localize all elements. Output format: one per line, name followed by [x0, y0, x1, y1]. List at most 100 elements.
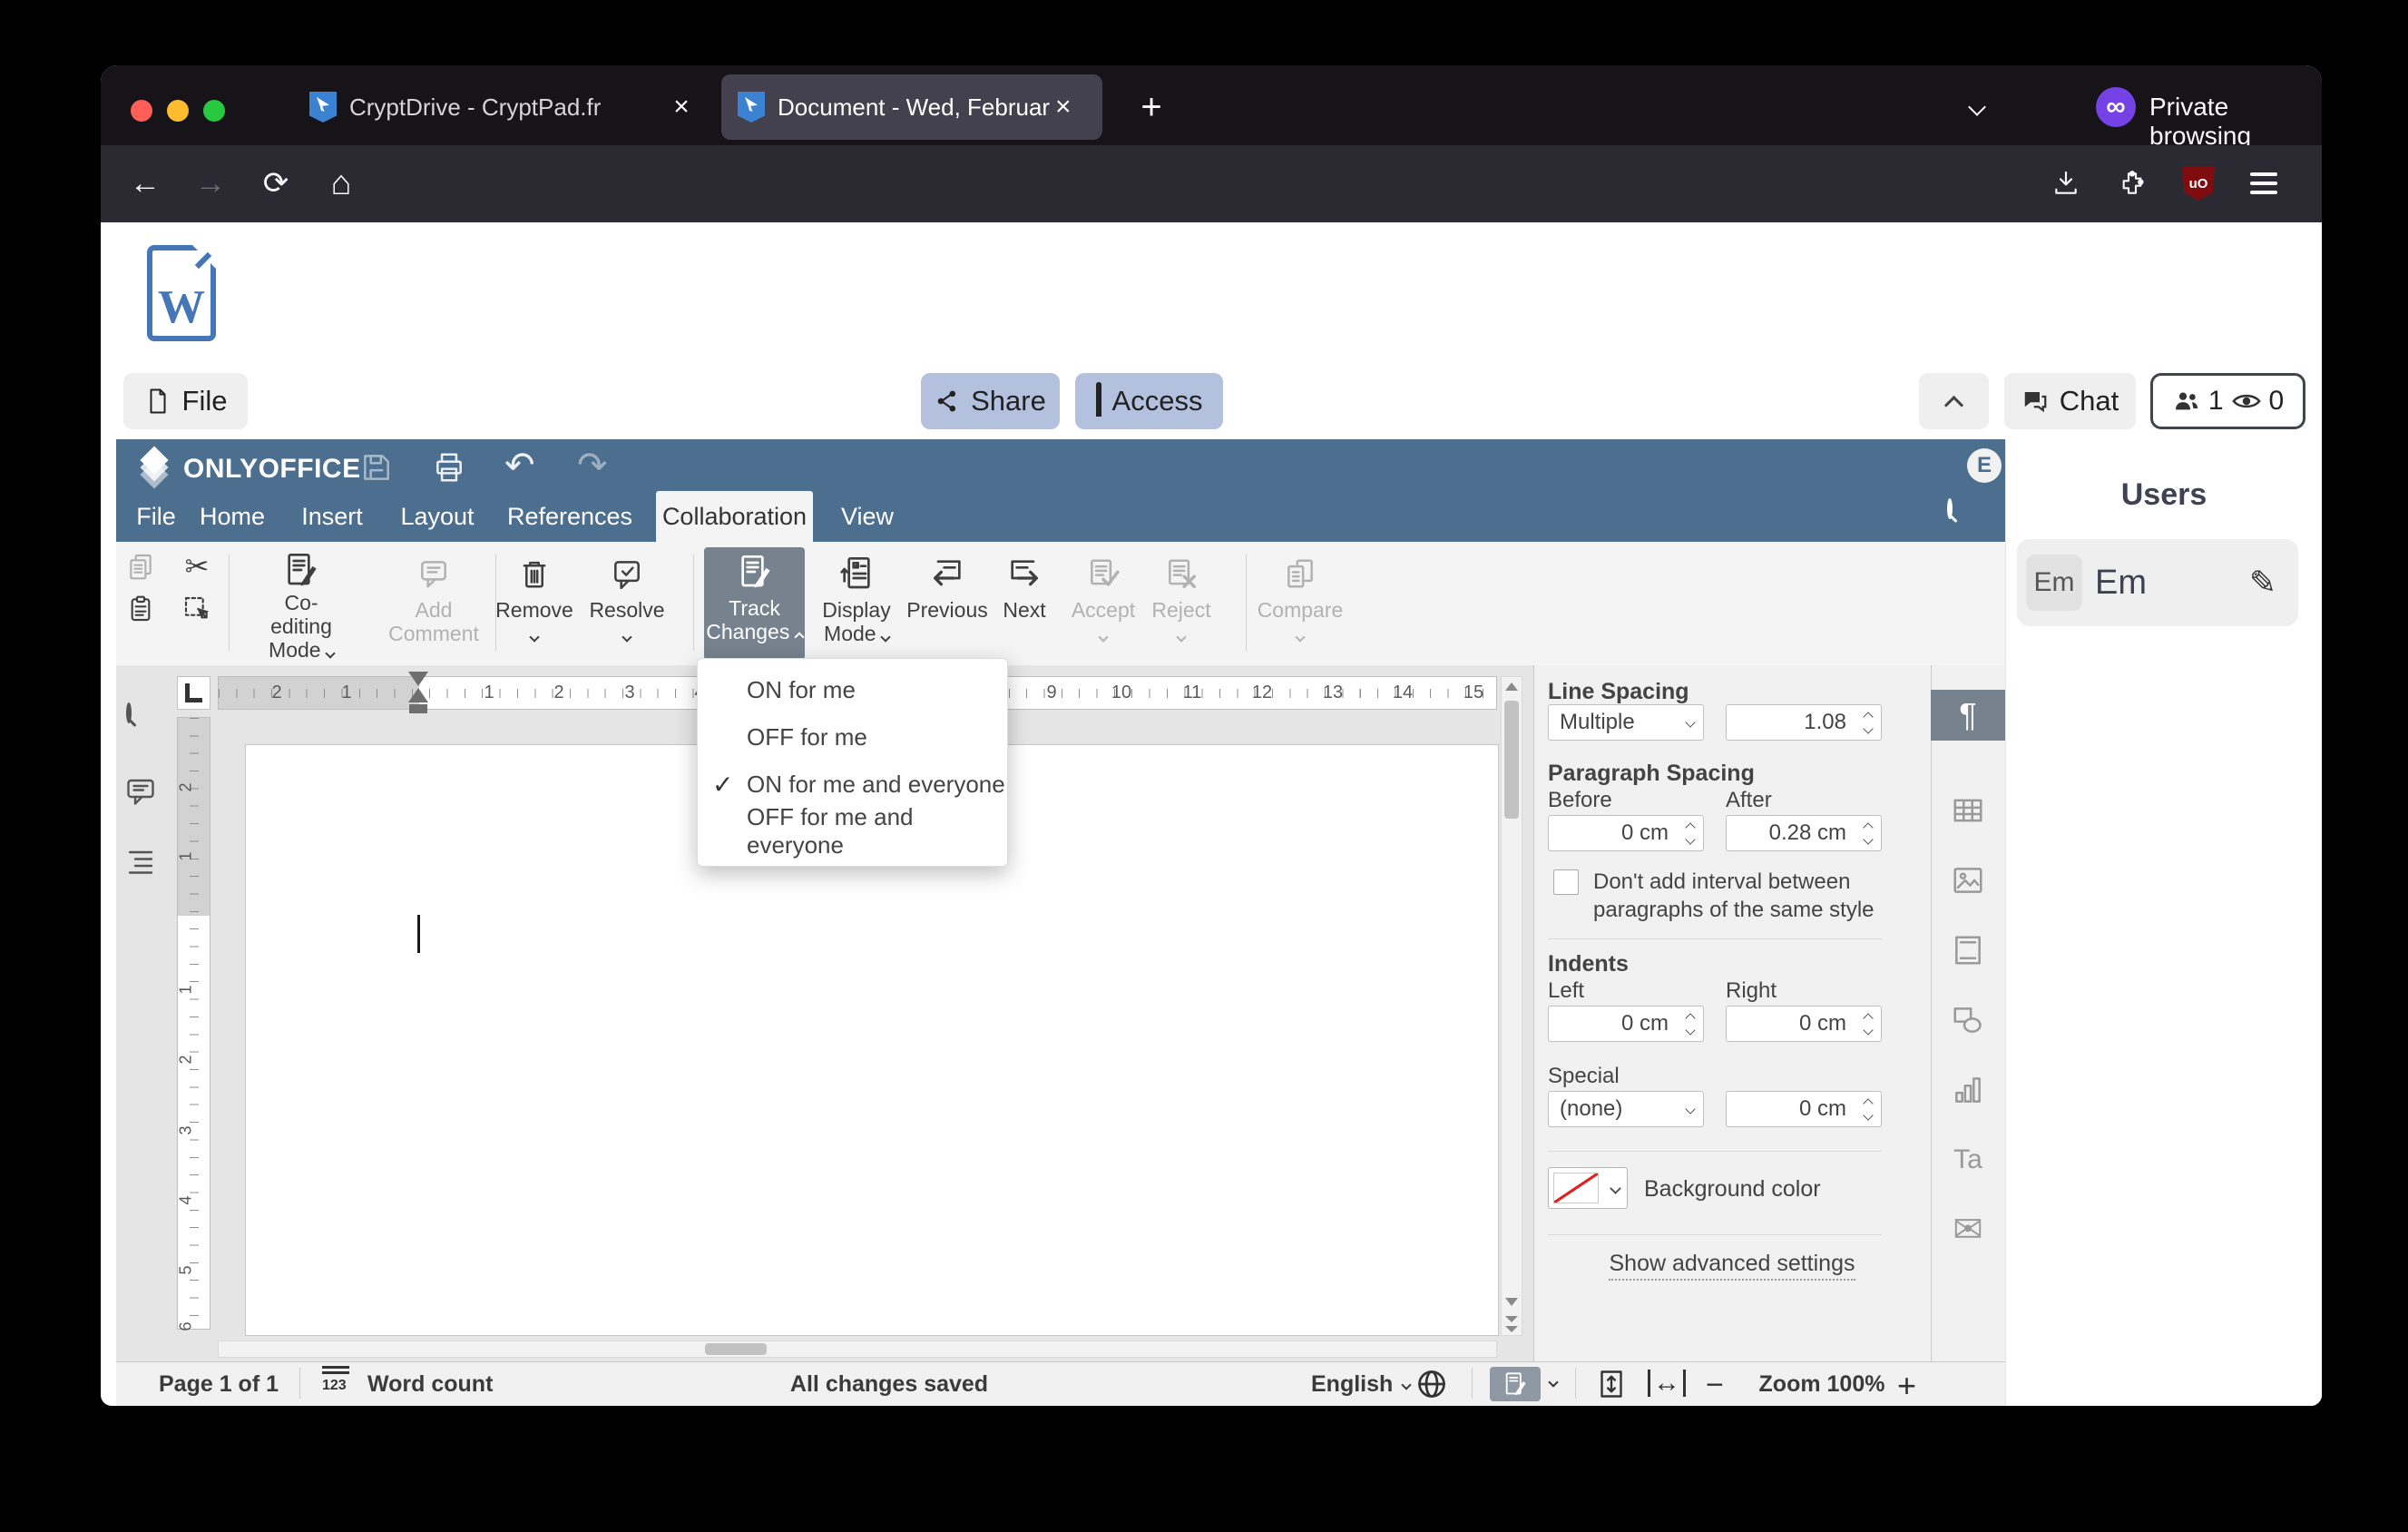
remove-button[interactable]: Remove [489, 549, 580, 662]
select-all-icon[interactable] [180, 592, 214, 626]
indent-marker[interactable] [408, 672, 428, 713]
tab-selector-box[interactable] [177, 676, 210, 710]
close-window-button[interactable] [131, 100, 152, 122]
forward-icon[interactable]: → [185, 158, 236, 209]
new-tab-button[interactable]: + [1126, 82, 1177, 133]
navigation-headings-icon[interactable] [124, 844, 157, 881]
save-icon[interactable] [359, 450, 394, 489]
print-icon[interactable] [432, 450, 466, 489]
spacing-after-spinner[interactable]: 0.28 cm [1726, 815, 1882, 851]
word-count-label[interactable]: Word count [367, 1371, 493, 1398]
compare-button[interactable]: Compare [1253, 549, 1347, 662]
collapse-toolbar-button[interactable] [1919, 373, 1989, 429]
language-selector[interactable]: English [1311, 1371, 1412, 1398]
user-list-item[interactable]: Em Em ✎ [2017, 539, 2298, 626]
display-mode-button[interactable]: Display Mode [809, 549, 904, 662]
home-icon[interactable]: ⌂ [316, 158, 367, 209]
spacing-before-spinner[interactable]: 0 cm [1548, 815, 1704, 851]
color-dropdown-chevron-icon[interactable] [1603, 1168, 1627, 1208]
close-tab-icon[interactable]: × [656, 82, 707, 133]
add-comment-button[interactable]: Add Comment [387, 549, 481, 662]
reload-icon[interactable]: ⟳ [250, 158, 301, 209]
tab-view[interactable]: View [841, 491, 894, 542]
close-tab-icon[interactable]: × [1055, 92, 1072, 123]
horizontal-scrollbar[interactable] [218, 1340, 1497, 1358]
downloads-icon[interactable] [2041, 158, 2091, 209]
vertical-scrollbar[interactable] [1501, 676, 1522, 1336]
cut-scissors-icon[interactable]: ✂ [180, 549, 214, 584]
image-settings-icon[interactable] [1931, 855, 2005, 906]
background-color-swatch[interactable] [1548, 1167, 1628, 1209]
tab-layout[interactable]: Layout [400, 491, 474, 542]
chart-settings-icon[interactable] [1931, 1065, 2005, 1115]
file-button[interactable]: File [123, 373, 248, 429]
previous-change-button[interactable]: Previous [902, 549, 993, 662]
menu-item-on-for-me[interactable]: ON for me [698, 666, 1007, 713]
edit-name-pencil-icon[interactable]: ✎ [2249, 564, 2276, 602]
back-icon[interactable]: ← [120, 158, 171, 209]
indent-left-spinner[interactable]: 0 cm [1548, 1006, 1704, 1042]
shape-settings-icon[interactable] [1931, 995, 2005, 1046]
copy-icon[interactable] [123, 549, 158, 584]
share-button[interactable]: Share [921, 373, 1060, 429]
track-changes-button-active[interactable]: Track Changes [704, 547, 805, 660]
horizontal-scroll-thumb[interactable] [705, 1343, 767, 1355]
zoom-window-button[interactable] [203, 100, 225, 122]
previous-page-icon[interactable] [1505, 1316, 1518, 1322]
reject-button[interactable]: Reject [1138, 549, 1225, 662]
menu-item-on-for-me-and-everyone-selected[interactable]: ✓ ON for me and everyone [698, 761, 1007, 808]
chat-button[interactable]: Chat [2004, 373, 2136, 429]
special-amount-spinner[interactable]: 0 cm [1726, 1091, 1882, 1127]
tab-references[interactable]: References [507, 491, 632, 542]
vertical-ruler[interactable]: 2 1 1 2 3 4 5 6 [177, 717, 210, 1331]
line-spacing-value-spinner[interactable]: 1.08 [1726, 704, 1882, 741]
tab-insert[interactable]: Insert [301, 491, 363, 542]
menu-item-off-for-me[interactable]: OFF for me [698, 713, 1007, 761]
tab-cryptdrive[interactable]: CryptDrive - CryptPad.fr [309, 74, 663, 140]
tab-document-active[interactable]: Document - Wed, February 5, 2 × [721, 74, 1102, 140]
line-spacing-select[interactable]: Multiple [1548, 704, 1704, 741]
office-search-icon[interactable] [1947, 498, 1953, 519]
menu-item-off-for-me-and-everyone[interactable]: OFF for me and everyone [698, 803, 1007, 859]
spellcheck-globe-icon[interactable] [1415, 1368, 1448, 1406]
minimize-window-button[interactable] [167, 100, 189, 122]
paste-icon[interactable] [123, 592, 158, 626]
show-advanced-settings-link[interactable]: Show advanced settings [1533, 1251, 1931, 1281]
interval-checkbox[interactable] [1553, 869, 1579, 895]
resolve-button[interactable]: Resolve [582, 549, 672, 662]
text-art-settings-icon[interactable]: Ta [1931, 1134, 2005, 1185]
comments-panel-icon[interactable] [124, 775, 157, 812]
special-select[interactable]: (none) [1548, 1091, 1704, 1127]
word-count-icon[interactable]: 123 [322, 1366, 349, 1394]
undo-icon[interactable]: ↶ [504, 445, 535, 486]
paragraph-settings-icon-active[interactable]: ¶ [1931, 690, 2005, 741]
next-change-button[interactable]: Next [984, 549, 1065, 662]
vertical-scroll-thumb[interactable] [1504, 701, 1519, 819]
access-button[interactable]: Access [1075, 373, 1223, 429]
zoom-level[interactable]: Zoom 100% [1749, 1371, 1894, 1398]
track-changes-status-toggle[interactable] [1490, 1367, 1541, 1401]
find-icon[interactable] [126, 702, 132, 723]
accept-button[interactable]: Accept [1060, 549, 1147, 662]
scroll-down-icon[interactable] [1505, 1298, 1518, 1306]
table-settings-icon[interactable] [1931, 785, 2005, 836]
redo-icon[interactable]: ↷ [577, 445, 608, 486]
header-footer-settings-icon[interactable] [1931, 925, 2005, 976]
tab-home[interactable]: Home [200, 491, 265, 542]
presence-counts[interactable]: 1 0 [2150, 373, 2305, 429]
next-page-icon[interactable] [1505, 1326, 1518, 1332]
coediting-mode-button[interactable]: Co-editing Mode [254, 549, 348, 662]
ublock-origin-icon[interactable]: uO [2173, 158, 2224, 209]
zoom-in-icon[interactable]: + [1897, 1367, 1916, 1405]
tab-file[interactable]: File [136, 491, 176, 542]
scroll-up-icon[interactable] [1505, 683, 1518, 691]
tab-list-chevron-icon[interactable] [1952, 82, 2002, 133]
menu-hamburger-icon[interactable] [2238, 158, 2289, 209]
extensions-puzzle-icon[interactable] [2107, 158, 2158, 209]
page-indicator[interactable]: Page 1 of 1 [159, 1371, 279, 1398]
track-status-chevron-icon[interactable] [1548, 1377, 1559, 1388]
indent-right-spinner[interactable]: 0 cm [1726, 1006, 1882, 1042]
mail-merge-icon[interactable]: ✉ [1931, 1204, 2005, 1255]
tab-collaboration-active[interactable]: Collaboration [656, 491, 813, 542]
zoom-out-icon[interactable]: − [1706, 1368, 1724, 1403]
